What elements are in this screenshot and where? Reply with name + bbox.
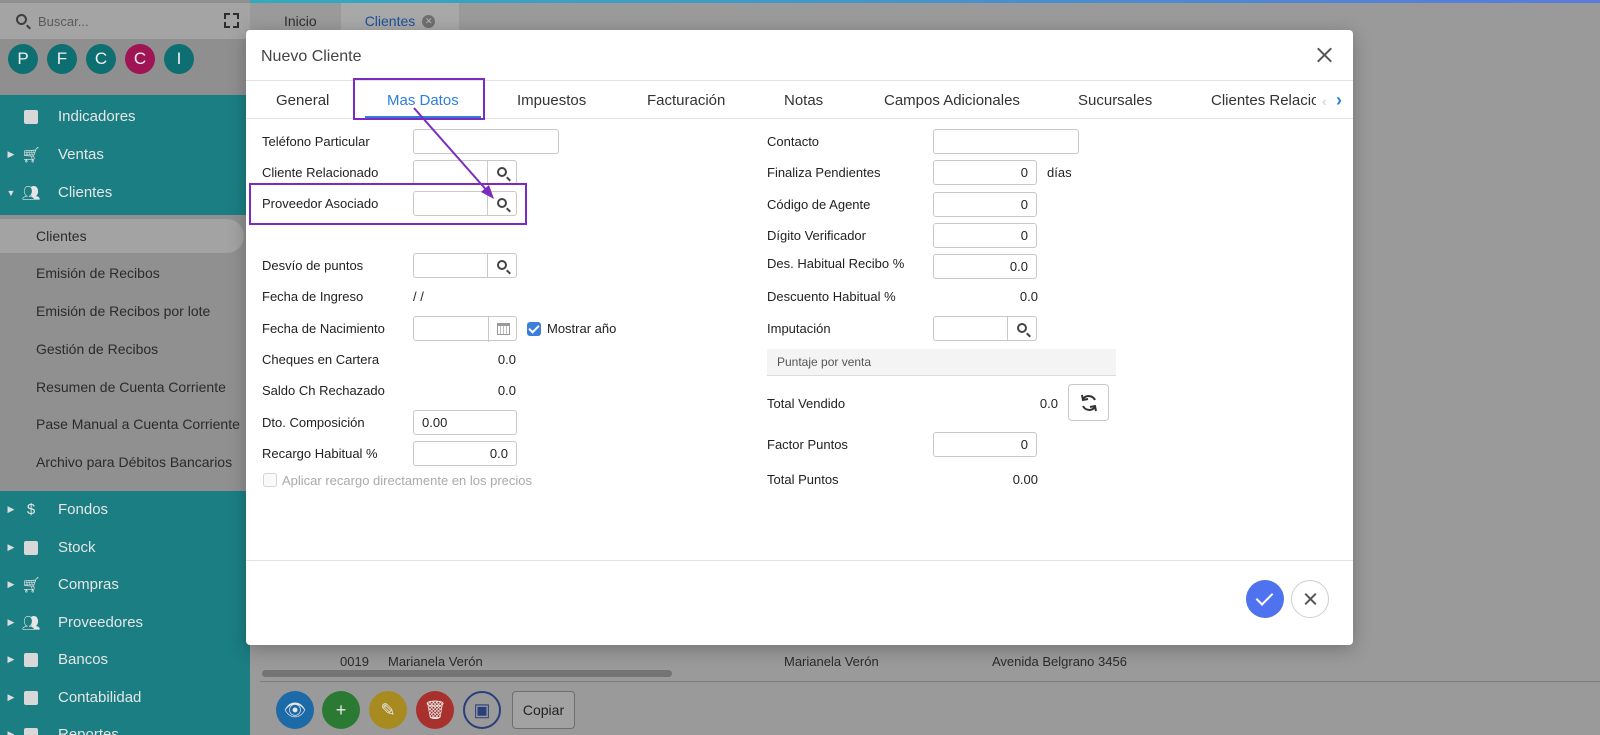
annotation-arrow [413, 107, 494, 199]
